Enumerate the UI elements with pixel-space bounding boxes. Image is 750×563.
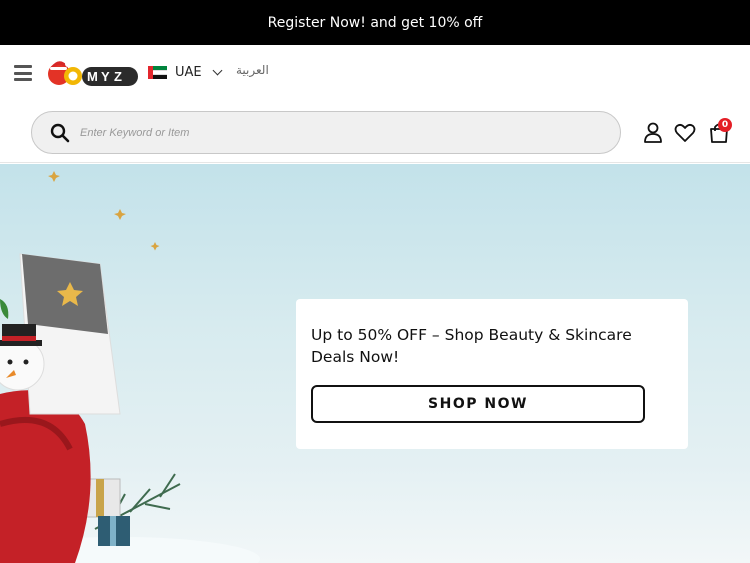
heart-icon[interactable] xyxy=(674,123,696,143)
language-switch-link[interactable]: العربية xyxy=(236,63,269,77)
hero-headline: Up to 50% OFF – Shop Beauty & Skincare D… xyxy=(311,326,632,366)
svg-text:Z: Z xyxy=(114,69,122,84)
site-logo[interactable]: M Y Z xyxy=(46,58,140,88)
menu-icon[interactable] xyxy=(14,65,32,81)
country-selector[interactable]: UAE xyxy=(148,65,223,80)
uae-flag-icon xyxy=(148,66,167,80)
hero-banner[interactable]: Up to 50% OFF – Shop Beauty & Skincare D… xyxy=(0,164,750,563)
promo-bar[interactable]: Register Now! and get 10% off xyxy=(0,0,750,45)
promo-card: Up to 50% OFF – Shop Beauty & Skincare D… xyxy=(296,299,688,449)
user-icon[interactable] xyxy=(643,122,663,144)
top-header: M Y Z UAE العربية xyxy=(0,45,750,101)
search-input[interactable] xyxy=(80,112,600,153)
svg-text:M: M xyxy=(87,69,98,84)
promo-text[interactable]: Register Now! and get 10% off xyxy=(268,15,483,31)
search-bar[interactable] xyxy=(31,111,621,154)
cart-count-badge: 0 xyxy=(718,118,732,132)
search-row xyxy=(0,101,750,163)
search-icon[interactable] xyxy=(50,123,70,143)
country-label: UAE xyxy=(175,65,202,80)
svg-text:Y: Y xyxy=(101,69,110,84)
shop-now-button[interactable]: SHOP NOW xyxy=(311,385,645,423)
chevron-down-icon xyxy=(212,65,223,76)
